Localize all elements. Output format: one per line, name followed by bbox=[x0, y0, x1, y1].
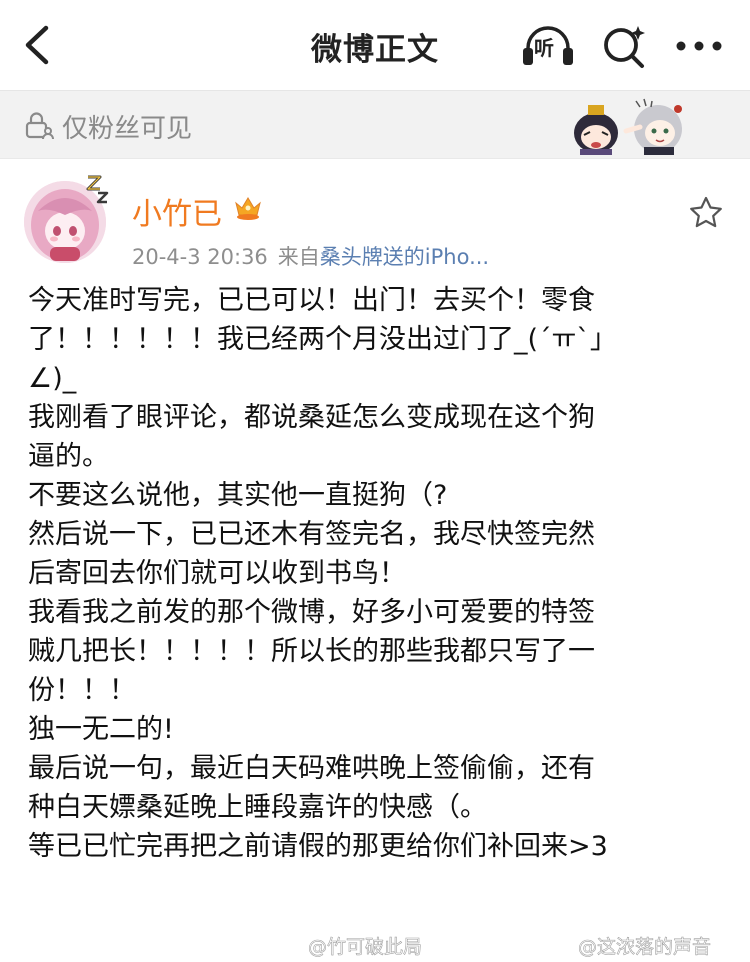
content-line: 独一无二的! bbox=[28, 714, 174, 745]
author-name[interactable]: 小竹已 bbox=[132, 189, 222, 233]
listen-button[interactable]: 听 bbox=[520, 22, 576, 70]
content-line: 了！！！！！！我已经两个月没出过门了_(´ㅠ`」 bbox=[28, 324, 617, 355]
content-line: 不要这么说他，其实他一直挺狗（? bbox=[28, 480, 448, 511]
post-meta: 20-4-3 20:36 来自桑头牌送的iPho... bbox=[132, 241, 489, 271]
visibility-label: 仅粉丝可见 bbox=[62, 114, 193, 144]
content-line: 份！！！ bbox=[28, 675, 136, 706]
watermark: @这浓落的声音 bbox=[578, 936, 712, 959]
weibo-post: 小竹已 20-4-3 20:36 来自桑头牌送的iPho... 今天准时写完，已已… bbox=[0, 158, 750, 962]
anime-sticker-icon bbox=[574, 98, 682, 155]
source-prefix: 来自 bbox=[277, 245, 320, 269]
post-timestamp: 20-4-3 20:36 bbox=[132, 245, 268, 269]
top-navbar: 微博正文 听 bbox=[0, 0, 750, 90]
content-line: 然后说一下，已已还木有签完名，我尽快签完然 bbox=[28, 519, 595, 550]
listen-label: 听 bbox=[534, 36, 554, 60]
lock-user-icon bbox=[25, 112, 54, 140]
post-content: 今天准时写完，已已可以！出门！去买个！零食 了！！！！！！我已经两个月没出过门了… bbox=[28, 281, 728, 866]
source-link[interactable]: 桑头牌送的iPho... bbox=[320, 245, 489, 269]
content-line: 逼的。 bbox=[28, 441, 109, 472]
content-line: 我看我之前发的那个微博，好多小可爱要的特签 bbox=[28, 597, 595, 628]
content-line: 等已已忙完再把之前请假的那更给你们补回来>3 bbox=[28, 831, 608, 862]
watermark: @竹可破此局 bbox=[308, 936, 423, 959]
vip-crown-badge-icon[interactable] bbox=[234, 195, 262, 221]
content-line: 我刚看了眼评论，都说桑延怎么变成现在这个狗 bbox=[28, 402, 595, 433]
content-line: 贼几把长！！！！！所以长的那些我都只写了一 bbox=[28, 636, 595, 667]
more-dots-icon[interactable] bbox=[673, 28, 725, 64]
star-icon[interactable] bbox=[688, 195, 724, 231]
search-sparkle-icon[interactable] bbox=[600, 22, 648, 70]
content-line: 今天准时写完，已已可以！出门！去买个！零食 bbox=[28, 285, 595, 316]
visibility-bar: 仅粉丝可见 bbox=[0, 90, 750, 158]
sleeping-zzz-icon bbox=[86, 175, 109, 204]
content-line: 后寄回去你们就可以收到书鸟！ bbox=[28, 558, 406, 589]
watermark-bar: @竹可破此局 @这浓落的声音 bbox=[0, 930, 750, 960]
content-line: 种白天嫖桑延晚上睡段嘉许的快感（。 bbox=[28, 792, 487, 823]
content-line: ∠)_ bbox=[28, 363, 77, 394]
content-line: 最后说一句，最近白天码难哄晚上签偷偷，还有 bbox=[28, 753, 595, 784]
